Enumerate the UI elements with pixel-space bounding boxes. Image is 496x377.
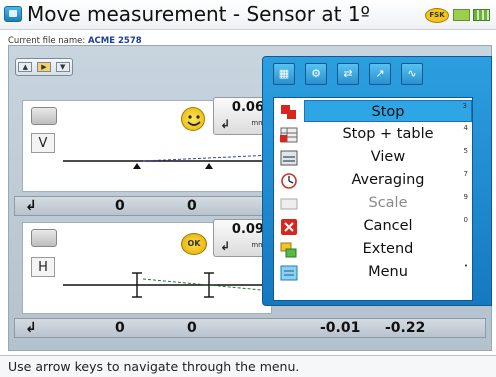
- settings-icon[interactable]: ⚙: [305, 63, 327, 85]
- context-menu-panel: ▦ ⚙ ⇄ ↗ ∿ Stop 3 Stop + table 4 View 5 A…: [262, 56, 492, 306]
- view-icon: [278, 148, 300, 168]
- move-icon[interactable]: ↗: [369, 63, 391, 85]
- tab-down[interactable]: ▼: [55, 62, 70, 72]
- coupling-arrow-icon: ↲: [220, 239, 231, 253]
- horizontal-values-row: ↲ 0 0 -0.01 -0.22: [14, 318, 486, 338]
- averaging-clock-icon: [278, 171, 300, 191]
- vertical-value-2: 0: [187, 198, 197, 214]
- menu-item-averaging[interactable]: Averaging 7: [304, 169, 472, 191]
- horizontal-sensor-button[interactable]: [31, 229, 57, 247]
- table-icon[interactable]: ▦: [273, 63, 295, 85]
- plug-icon: [473, 9, 490, 21]
- title-bar: Move measurement - Sensor at 1º FSK: [0, 0, 496, 30]
- tab-up[interactable]: ▲: [18, 62, 33, 72]
- tab-right[interactable]: ▶: [36, 62, 51, 72]
- flow-icon[interactable]: ⇄: [337, 63, 359, 85]
- status-message: Use arrow keys to navigate through the m…: [8, 359, 300, 374]
- battery-icon: [453, 9, 470, 21]
- vertical-readout-value: 0.06: [231, 100, 264, 115]
- vertical-alignment-graph: [63, 154, 273, 169]
- menu-item-scale: Scale 9: [368, 193, 468, 211]
- menu-icon: [278, 263, 300, 283]
- coupling-icon: ↲: [25, 320, 37, 336]
- menu-list: Stop 3 Stop + table 4 View 5 Averaging 7: [273, 97, 473, 301]
- horizontal-label: H: [31, 257, 55, 277]
- horizontal-readout-value: 0.09: [231, 222, 264, 237]
- vertical-label: V: [31, 133, 55, 153]
- vertical-sensor-button[interactable]: [31, 107, 57, 125]
- horizontal-value-4: -0.22: [385, 320, 426, 336]
- horizontal-value-1: 0: [115, 320, 125, 336]
- smiley-icon: [181, 107, 205, 131]
- menu-item-view[interactable]: View 5: [304, 146, 472, 168]
- horizontal-alignment-graph: [63, 272, 273, 298]
- wave-icon[interactable]: ∿: [401, 63, 423, 85]
- stop-table-icon: [278, 125, 300, 145]
- horizontal-readout: 0.09 ↲ mm: [213, 219, 269, 257]
- status-bar: Use arrow keys to navigate through the m…: [0, 355, 496, 377]
- menu-item-cancel[interactable]: Cancel 0: [304, 215, 472, 237]
- vertical-measurement-block: V 0.06 ↲ mm: [22, 97, 273, 192]
- horizontal-value-2: 0: [187, 320, 197, 336]
- popup-toolbar: ▦ ⚙ ⇄ ↗ ∿: [273, 63, 423, 85]
- window-title: Move measurement - Sensor at 1º: [27, 2, 370, 26]
- view-tabs[interactable]: ▲ ▶ ▼: [15, 58, 73, 76]
- vertical-value-1: 0: [115, 198, 125, 214]
- ok-status-badge: OK: [181, 233, 207, 255]
- coupling-arrow-icon: ↲: [220, 117, 231, 131]
- menu-item-stop-table[interactable]: Stop + table 4: [304, 123, 472, 145]
- extend-icon: [278, 240, 300, 260]
- menu-item-menu[interactable]: Menu •: [304, 261, 472, 283]
- horizontal-measurement-block: H OK 0.09 ↲ mm: [22, 219, 273, 314]
- horizontal-value-3: -0.01: [320, 320, 361, 336]
- cancel-icon: [278, 217, 300, 237]
- app-icon: [4, 6, 22, 22]
- vertical-readout: 0.06 ↲ mm: [213, 97, 269, 135]
- menu-item-stop[interactable]: Stop 3: [304, 100, 472, 122]
- menu-item-extend[interactable]: Extend: [304, 238, 472, 260]
- stop-icon: [278, 102, 300, 122]
- fsk-badge: FSK: [425, 8, 449, 23]
- scale-icon: [278, 194, 300, 214]
- coupling-icon: ↲: [25, 198, 37, 214]
